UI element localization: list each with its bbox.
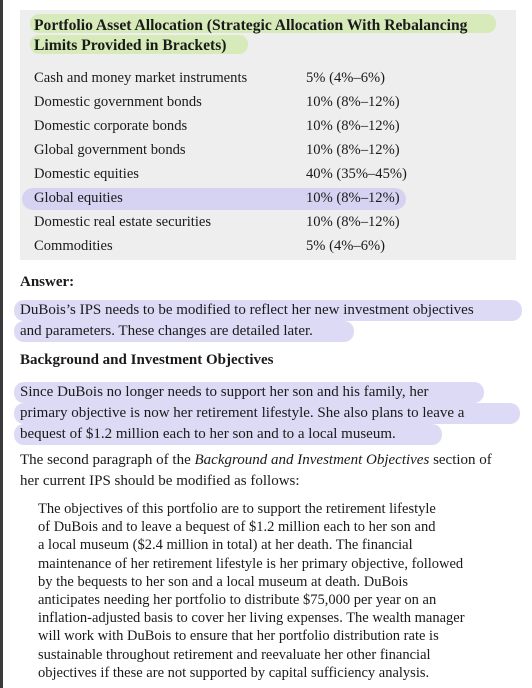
allocation-value: 10% (8%–12%) [306,214,400,230]
allocation-value: 5% (4%–6%) [306,70,386,86]
allocation-row: Global equities 10% (8%–12%) [34,186,504,210]
allocation-value: 10% (8%–12%) [306,142,400,158]
background-line-1: Since DuBois no longer needs to support … [20,384,429,400]
background-heading: Background and Investment Objectives [20,352,274,368]
second-paragraph-line-2: her current IPS should be modified as fo… [20,473,300,489]
allocation-label: Global equities [34,190,123,206]
second-paragraph-text-a: The second paragraph of the [20,452,195,468]
allocation-row: Domestic government bonds 10% (8%–12%) [34,90,504,114]
allocation-value: 10% (8%–12%) [306,190,400,206]
allocation-value: 5% (4%–6%) [306,238,386,254]
answer-heading: Answer: [20,274,75,290]
quote-line: of DuBois and to leave a bequest of $1.2… [38,519,436,536]
allocation-label: Cash and money market instruments [34,70,248,86]
allocation-label: Domestic equities [34,166,139,182]
allocation-label: Commodities [34,238,113,254]
allocation-label: Domestic real estate securities [34,214,212,230]
allocation-title-line-1: Portfolio Asset Allocation (Strategic Al… [34,17,468,34]
allocation-title-line-2: Limits Provided in Brackets) [34,37,227,54]
background-line-2: primary objective is now her retirement … [20,405,465,421]
answer-line-1: DuBois’s IPS needs to be modified to ref… [20,302,474,318]
quote-line: sustainable throughout retirement and re… [38,646,431,663]
quote-line: anticipates needing her portfolio to dis… [38,592,437,608]
allocation-value: 10% (8%–12%) [306,94,400,110]
allocation-row: Global government bonds 10% (8%–12%) [34,138,504,162]
second-paragraph-line-1: The second paragraph of the Background a… [20,450,492,471]
quote-line: will work with DuBois to ensure that her… [38,628,439,645]
allocation-row: Domestic corporate bonds 10% (8%–12%) [34,114,504,138]
asset-allocation-box: Portfolio Asset Allocation (Strategic Al… [20,10,516,260]
quote-line: objectives if these are not supported by… [38,664,430,681]
second-paragraph-text-c: section of [429,452,492,468]
answer-line-2: and parameters. These changes are detail… [20,323,313,339]
quote-line: by the bequests to her son and a local m… [38,573,409,590]
allocation-label: Global government bonds [34,142,186,158]
quote-line: The objectives of this portfolio are to … [38,501,436,517]
allocation-box-title: Portfolio Asset Allocation (Strategic Al… [34,16,504,56]
allocation-value: 10% (8%–12%) [306,118,400,134]
background-line-3: bequest of $1.2 million each to her son … [20,426,396,442]
allocation-value: 40% (35%–45%) [306,166,407,182]
quote-line: a local museum ($2.4 million in total) a… [38,537,413,554]
allocation-label: Domestic corporate bonds [34,118,188,134]
quote-line: maintenance of her retirement lifestyle … [38,555,464,572]
allocation-row: Commodities 5% (4%–6%) [34,234,504,258]
allocation-row: Cash and money market instruments 5% (4%… [34,66,504,90]
section-title-emphasis: Background and Investment Objectives [194,452,430,468]
quote-line: inflation-adjusted basis to cover her li… [38,610,465,627]
left-margin-rule [0,0,3,688]
allocation-row: Domestic equities 40% (35%–45%) [34,162,504,186]
allocation-row: Domestic real estate securities 10% (8%–… [34,210,504,234]
allocation-label: Domestic government bonds [34,94,202,110]
